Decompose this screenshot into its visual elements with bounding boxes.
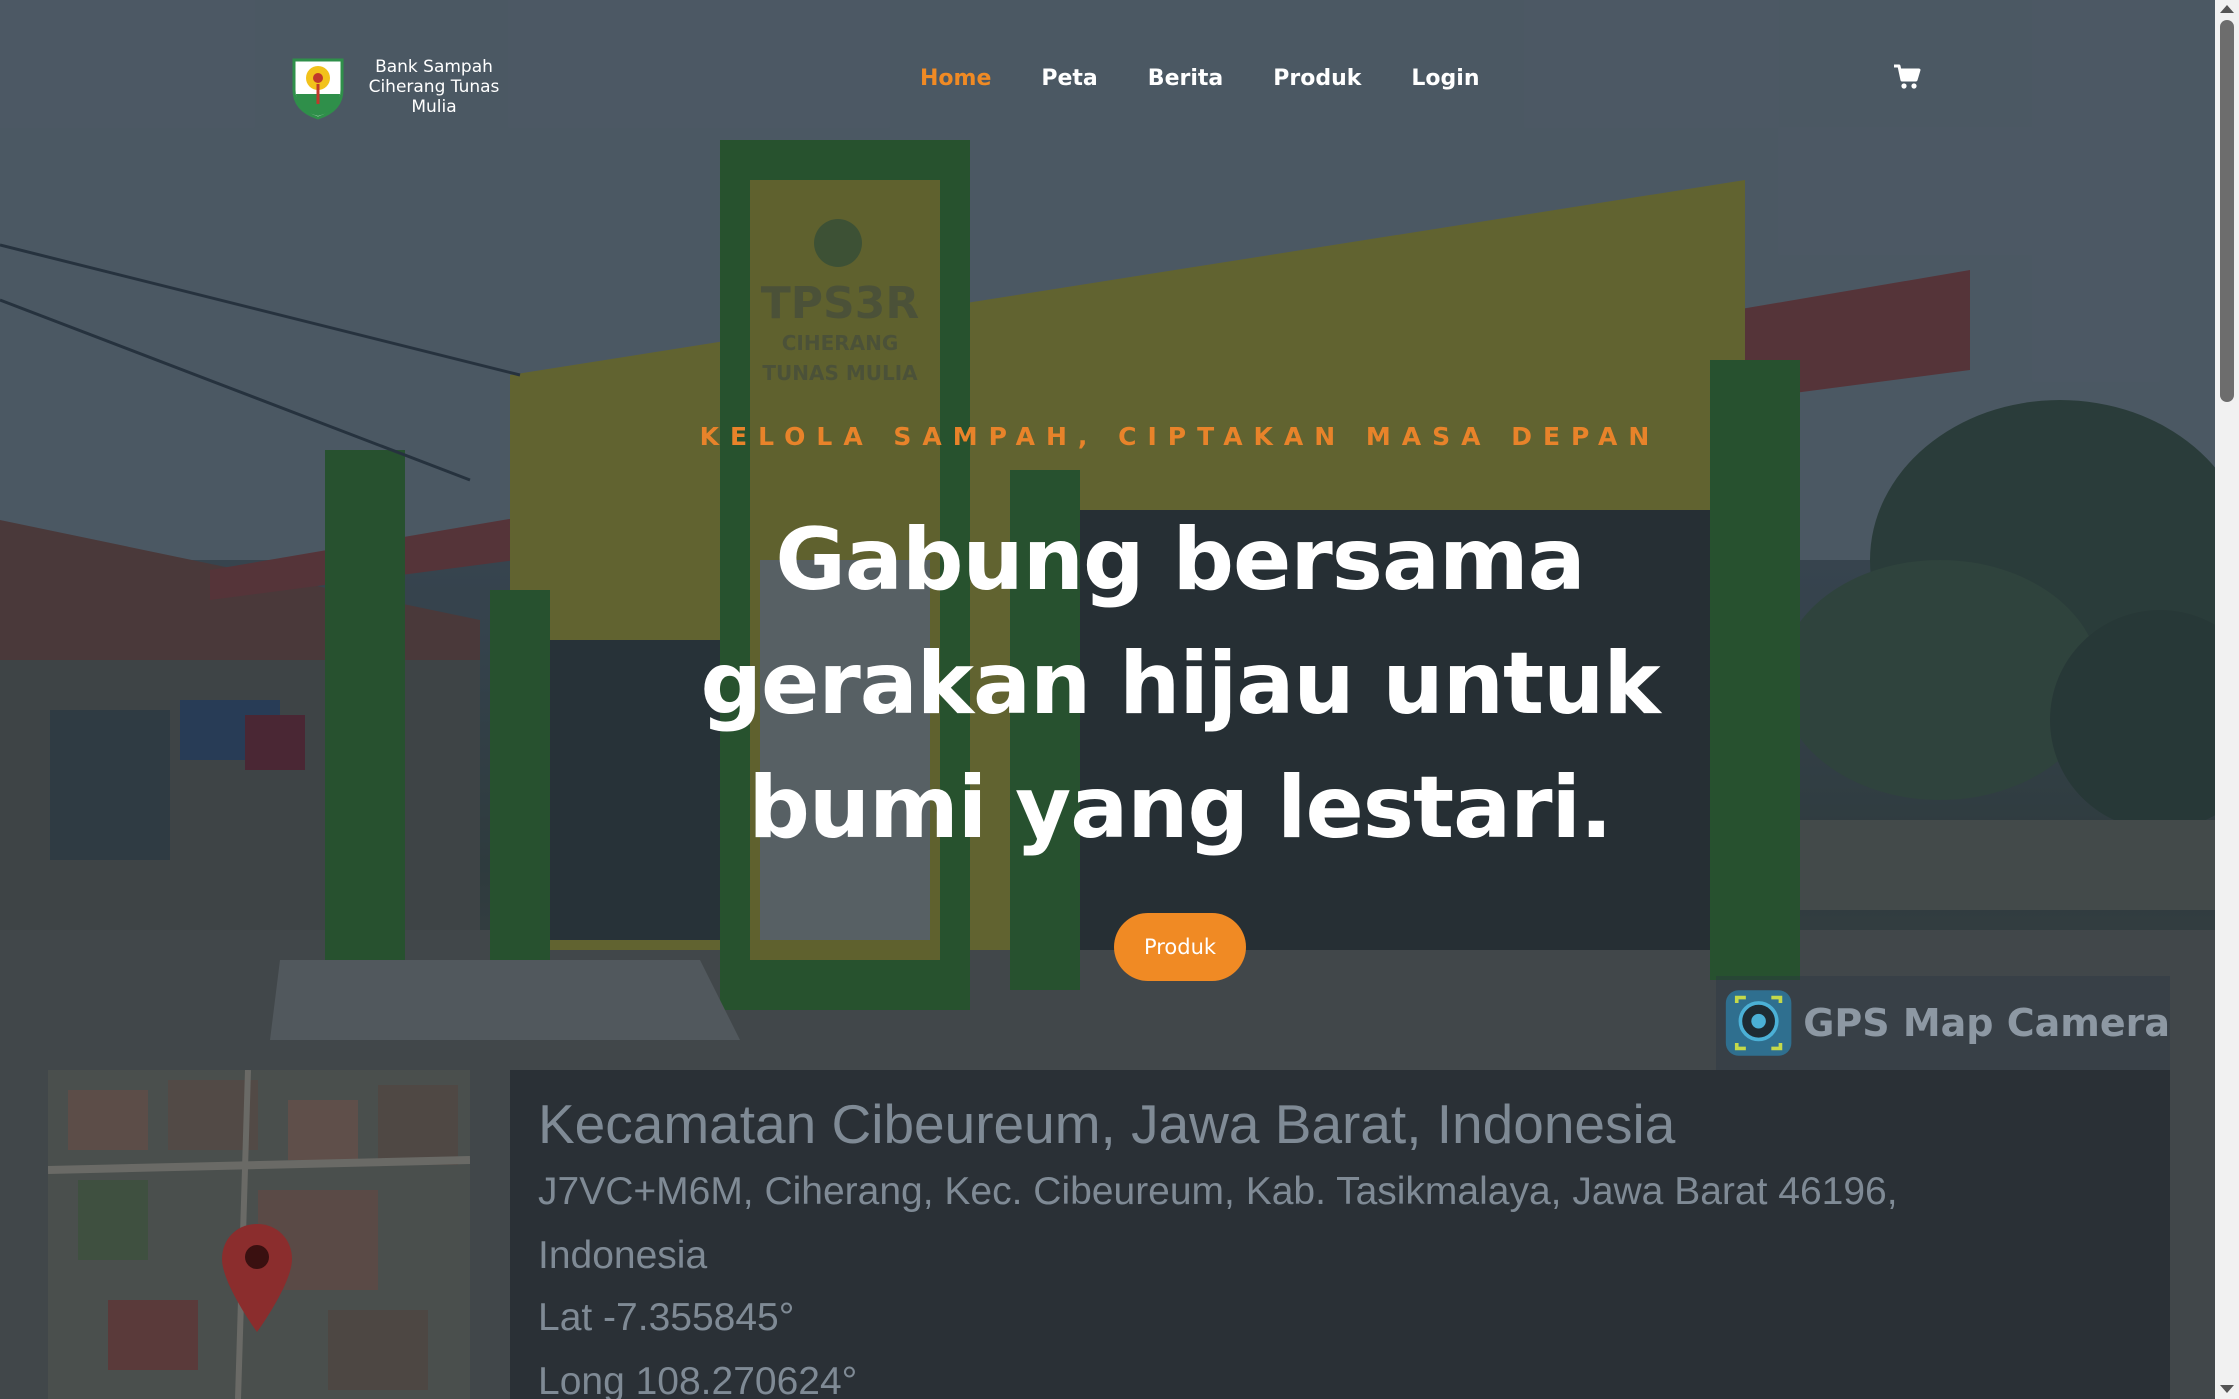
nav-item-peta[interactable]: Peta bbox=[1041, 66, 1097, 91]
page-scrollbar[interactable] bbox=[2215, 0, 2239, 1399]
brand-link[interactable]: Bank Sampah Ciherang Tunas Mulia bbox=[290, 52, 520, 122]
gps-badge-label: GPS Map Camera bbox=[1803, 1001, 2170, 1045]
nav-item-produk[interactable]: Produk bbox=[1273, 66, 1361, 91]
gps-latitude: Lat -7.355845° bbox=[538, 1296, 795, 1339]
hero-headline: Gabung bersama gerakan hijau untuk bumi … bbox=[700, 510, 1660, 858]
map-pin-icon bbox=[222, 1224, 292, 1332]
hero-tagline: KELOLA SAMPAH, CIPTAKAN MASA DEPAN bbox=[699, 422, 1661, 451]
nav-item-home[interactable]: Home bbox=[920, 66, 991, 91]
nav-item-berita[interactable]: Berita bbox=[1148, 66, 1223, 91]
hero-section: TPS3R CIHERANG TUNAS MULIA GPS Map Camer… bbox=[0, 0, 2215, 1399]
gps-satellite-map bbox=[48, 1070, 470, 1399]
produk-cta-button[interactable]: Produk bbox=[1114, 913, 1246, 981]
nav-menu: Home Peta Berita Produk Login bbox=[920, 60, 1529, 96]
camera-icon bbox=[1725, 990, 1792, 1056]
gps-location-title: Kecamatan Cibeureum, Jawa Barat, Indones… bbox=[538, 1093, 1676, 1155]
gps-map-camera-badge: GPS Map Camera bbox=[1716, 976, 2170, 1070]
scroll-down-arrow-icon[interactable] bbox=[2220, 1385, 2234, 1393]
gps-longitude: Long 108.270624° bbox=[538, 1360, 858, 1399]
navbar: Bank Sampah Ciherang Tunas Mulia Home Pe… bbox=[0, 0, 2215, 160]
brand-name: Bank Sampah Ciherang Tunas Mulia bbox=[368, 57, 500, 117]
nav-item-login[interactable]: Login bbox=[1411, 66, 1479, 91]
gps-address-line-1: J7VC+M6M, Ciherang, Kec. Cibeureum, Kab.… bbox=[538, 1170, 1898, 1213]
scroll-up-arrow-icon[interactable] bbox=[2220, 5, 2234, 13]
gps-info-panel: Kecamatan Cibeureum, Jawa Barat, Indones… bbox=[510, 1070, 2170, 1399]
scroll-thumb[interactable] bbox=[2220, 20, 2234, 402]
gps-address-line-2: Indonesia bbox=[538, 1234, 708, 1277]
brand-logo-icon bbox=[292, 58, 344, 120]
shopping-cart-icon[interactable] bbox=[1893, 63, 1921, 91]
